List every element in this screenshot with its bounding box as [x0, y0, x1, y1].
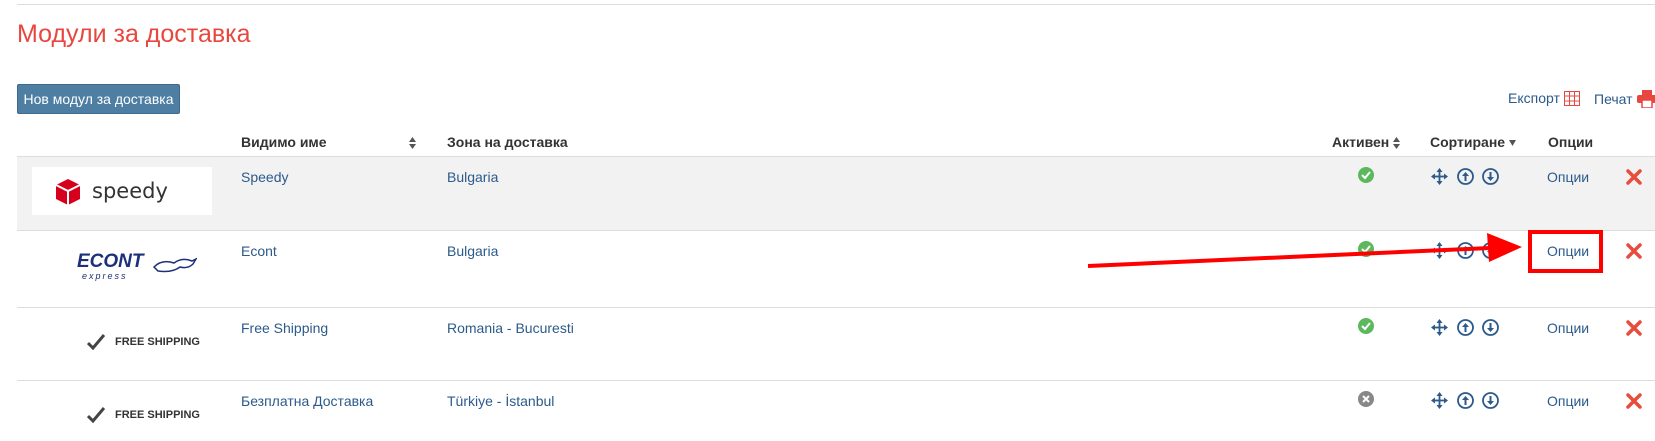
row-name-link[interactable]: Speedy — [241, 169, 288, 185]
econt-logo-subtext: express — [82, 271, 128, 281]
econt-logo-text: ECONT — [77, 251, 144, 272]
circle-arrow-up-icon[interactable] — [1457, 319, 1474, 336]
row-zone-link[interactable]: Romania - Bucuresti — [447, 320, 574, 336]
circle-arrow-up-icon[interactable] — [1457, 242, 1474, 259]
export-label: Експорт — [1508, 90, 1560, 106]
options-link[interactable]: Опции — [1547, 169, 1589, 185]
print-label: Печат — [1594, 91, 1633, 107]
row-name-link[interactable]: Econt — [241, 243, 277, 259]
table-row: speedy Speedy Bulgaria Опции — [17, 157, 1655, 231]
print-link[interactable]: Печат — [1594, 90, 1655, 108]
printer-icon — [1636, 90, 1655, 108]
free-shipping-logo-text: FREE SHIPPING — [115, 409, 200, 421]
table-row: ECONT express Econt Bulgaria Опции — [17, 231, 1655, 308]
sort-both-icon — [1393, 137, 1401, 150]
free-shipping-logo: FREE SHIPPING — [32, 405, 212, 429]
row-zone-link[interactable]: Bulgaria — [447, 243, 498, 259]
options-link[interactable]: Опции — [1547, 243, 1589, 259]
sort-desc-icon — [1509, 140, 1517, 147]
new-shipping-module-button[interactable]: Нов модул за доставка — [17, 84, 180, 114]
header-sort-label: Сортиране — [1430, 134, 1506, 150]
row-name-link[interactable]: Безплатна Доставка — [241, 393, 373, 409]
check-circle-icon[interactable] — [1358, 167, 1374, 183]
speedy-logo-text: speedy — [92, 179, 168, 203]
free-shipping-logo-text: FREE SHIPPING — [115, 336, 200, 348]
checkmark-icon — [87, 334, 105, 350]
delete-x-icon[interactable] — [1626, 320, 1642, 336]
row-zone-link[interactable]: Bulgaria — [447, 169, 498, 185]
free-shipping-logo: FREE SHIPPING — [32, 332, 212, 356]
delete-x-icon[interactable] — [1626, 393, 1642, 409]
check-circle-icon[interactable] — [1358, 318, 1374, 334]
checkmark-icon — [87, 407, 105, 423]
move-arrows-icon[interactable] — [1431, 392, 1448, 409]
sort-both-icon[interactable] — [409, 137, 416, 149]
delete-x-icon[interactable] — [1626, 169, 1642, 185]
circle-arrow-down-icon[interactable] — [1482, 392, 1499, 409]
header-sort[interactable]: Сортиране — [1430, 134, 1517, 150]
export-link[interactable]: Експорт — [1508, 90, 1580, 106]
header-visible-name[interactable]: Видимо име — [241, 134, 327, 150]
move-arrows-icon[interactable] — [1431, 319, 1448, 336]
speedy-logo: speedy — [32, 167, 212, 215]
header-options: Опции — [1548, 134, 1594, 150]
circle-arrow-down-icon[interactable] — [1482, 168, 1499, 185]
circle-arrow-down-icon[interactable] — [1482, 319, 1499, 336]
table-grid-icon — [1563, 90, 1580, 106]
econt-logo: ECONT express — [32, 249, 212, 289]
delete-x-icon[interactable] — [1626, 243, 1642, 259]
table-row: FREE SHIPPING Безплатна Доставка Türkiye… — [17, 381, 1655, 441]
circle-arrow-up-icon[interactable] — [1457, 168, 1474, 185]
row-zone-link[interactable]: Türkiye - İstanbul — [447, 393, 554, 409]
options-link[interactable]: Опции — [1547, 320, 1589, 336]
top-divider — [17, 4, 1655, 5]
circle-arrow-down-icon[interactable] — [1482, 242, 1499, 259]
row-name-link[interactable]: Free Shipping — [241, 320, 328, 336]
header-active-label: Активен — [1332, 134, 1390, 150]
move-arrows-icon[interactable] — [1431, 242, 1448, 259]
options-link[interactable]: Опции — [1547, 393, 1589, 409]
move-arrows-icon[interactable] — [1431, 168, 1448, 185]
econt-greyhound-image — [152, 257, 197, 273]
header-active[interactable]: Активен — [1332, 134, 1401, 150]
header-visible-name-label: Видимо име — [241, 134, 327, 150]
table-row: FREE SHIPPING Free Shipping Romania - Bu… — [17, 308, 1655, 381]
x-circle-icon[interactable] — [1358, 391, 1374, 407]
circle-arrow-up-icon[interactable] — [1457, 392, 1474, 409]
check-circle-icon[interactable] — [1358, 241, 1374, 257]
header-zone: Зона на доставка — [447, 134, 568, 150]
page-title: Модули за доставка — [17, 20, 251, 48]
